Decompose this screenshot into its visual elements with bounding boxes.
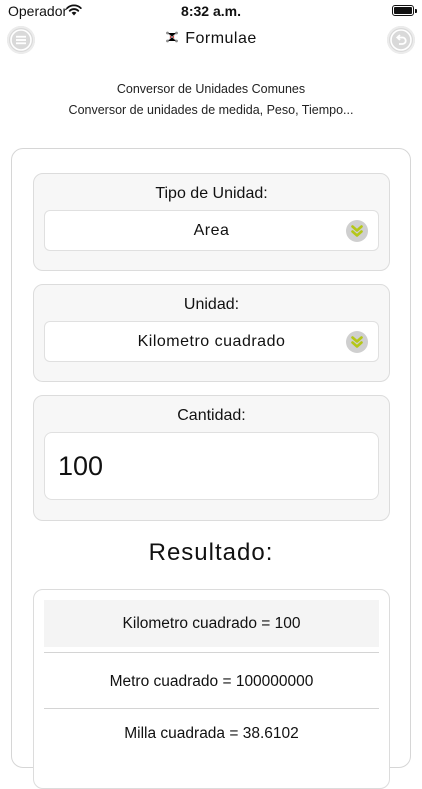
- nav-title-group: Formulae: [0, 30, 422, 48]
- unit-select[interactable]: Kilometro cuadrado: [44, 321, 379, 362]
- quantity-panel: Cantidad:: [33, 395, 390, 521]
- results-list: Kilometro cuadrado = 100 Metro cuadrado …: [33, 589, 390, 789]
- unit-label: Unidad:: [183, 296, 240, 313]
- clock: 8:32 a.m.: [181, 3, 241, 19]
- unit-type-label: Tipo de Unidad:: [155, 185, 268, 202]
- nav-bar: Formulae: [0, 26, 422, 56]
- status-bar: Operador 8:32 a.m.: [0, 0, 422, 22]
- double-chevron-down-icon: [351, 225, 363, 237]
- unit-type-panel: Tipo de Unidad: Area: [33, 173, 390, 271]
- back-button[interactable]: [387, 26, 415, 54]
- converter-card: Tipo de Unidad: Area Unidad: Kilometro c…: [11, 148, 411, 789]
- result-title: Resultado:: [148, 539, 274, 566]
- quantity-input[interactable]: [45, 433, 378, 499]
- battery-icon: [392, 5, 417, 16]
- dropdown-chevron: [346, 220, 368, 242]
- page-title: Formulae: [185, 30, 257, 47]
- result-row: Metro cuadrado = 100000000: [109, 673, 314, 690]
- dropdown-chevron: [346, 331, 368, 353]
- unit-type-value: Area: [193, 222, 230, 239]
- row-divider: [44, 652, 379, 653]
- unit-panel: Unidad: Kilometro cuadrado: [33, 284, 390, 382]
- subtitle-primary: Conversor de Unidades Comunes: [116, 82, 306, 96]
- quantity-label: Cantidad:: [177, 407, 246, 424]
- result-row: Kilometro cuadrado = 100: [44, 600, 379, 647]
- unit-type-select[interactable]: Area: [44, 210, 379, 251]
- unit-value: Kilometro cuadrado: [137, 333, 286, 350]
- double-chevron-down-icon: [351, 336, 363, 348]
- subtitle-secondary: Conversor de unidades de medida, Peso, T…: [68, 103, 354, 117]
- quantity-field[interactable]: [44, 432, 379, 500]
- molecule-icon: [166, 31, 179, 43]
- result-row: Milla cuadrada = 38.6102: [124, 725, 299, 742]
- undo-back-icon: [390, 29, 412, 51]
